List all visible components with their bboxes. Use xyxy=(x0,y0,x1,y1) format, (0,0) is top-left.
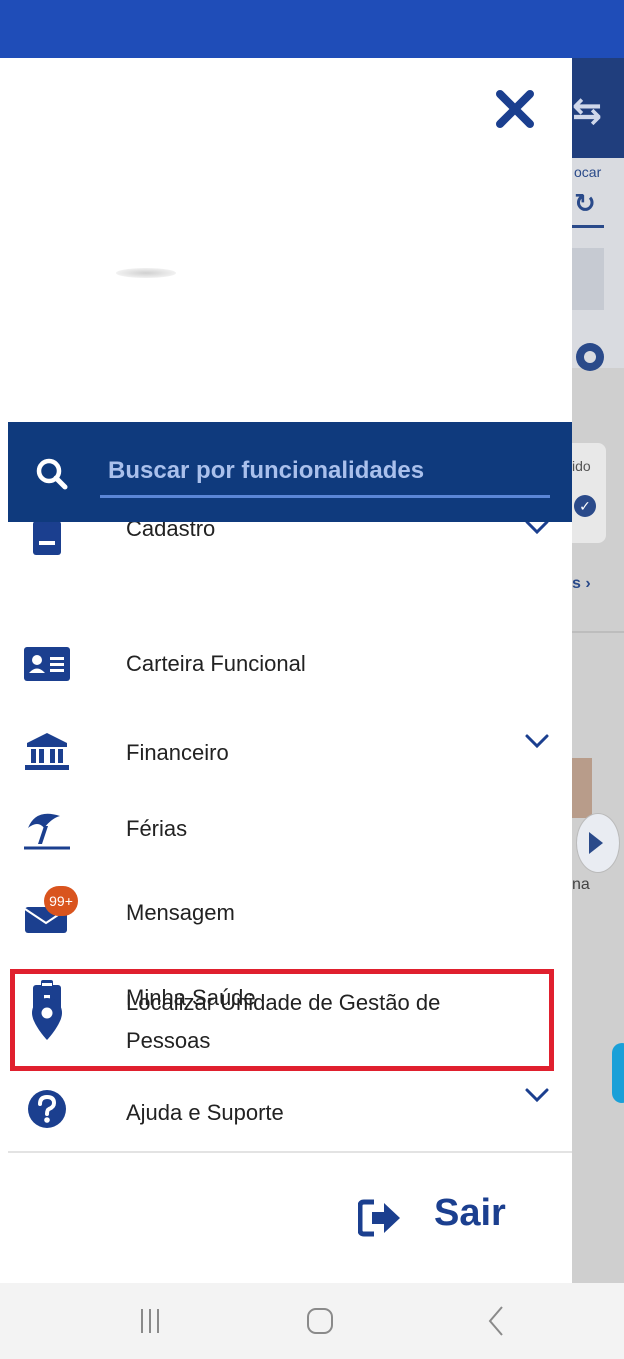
background-photo xyxy=(572,758,592,818)
id-badge-icon xyxy=(22,522,72,562)
carousel-next-icon xyxy=(576,813,620,873)
id-card-icon xyxy=(22,639,72,689)
menu-item-label: Financeiro xyxy=(126,740,229,765)
logout-divider xyxy=(8,1151,572,1153)
unread-badge: 99+ xyxy=(44,886,78,916)
eye-icon xyxy=(576,343,604,371)
menu-item-label: Carteira Funcional xyxy=(126,651,306,676)
close-button[interactable] xyxy=(492,86,538,132)
background-underline xyxy=(572,225,604,228)
background-app: ⇆ ocar ↻ ido ✓ s › na xyxy=(572,58,624,1283)
swap-icon: ⇆ xyxy=(572,90,603,131)
menu-item-label: Férias xyxy=(126,816,188,841)
chevron-down-icon xyxy=(525,1088,549,1103)
bank-icon xyxy=(22,726,72,776)
menu-item-label: Ajuda e Suporte xyxy=(126,1100,284,1125)
chevron-down-icon xyxy=(525,522,549,535)
close-icon xyxy=(496,90,534,128)
home-icon[interactable] xyxy=(300,1301,340,1341)
background-divider xyxy=(572,631,624,633)
help-circle-icon xyxy=(22,1084,72,1134)
back-icon[interactable] xyxy=(476,1301,516,1341)
background-ido-label: ido xyxy=(572,458,591,474)
check-icon: ✓ xyxy=(574,495,596,517)
background-more-label: s xyxy=(572,575,581,592)
navigation-drawer: Cadastro Carteira Funcional xyxy=(8,58,572,1283)
refresh-icon: ↻ xyxy=(574,188,596,218)
menu-item-ferias[interactable]: Férias xyxy=(8,792,572,876)
highlight-box xyxy=(10,969,554,1071)
background-na-label: na xyxy=(572,876,590,893)
search-input[interactable] xyxy=(100,446,550,498)
beach-umbrella-icon xyxy=(22,804,72,854)
logout-button[interactable]: Sair xyxy=(358,1188,558,1248)
sign-out-icon xyxy=(358,1199,400,1237)
menu-item-carteira-funcional[interactable]: Carteira Funcional xyxy=(8,622,572,706)
background-teal-button xyxy=(612,1043,624,1103)
drawer-header xyxy=(8,58,572,422)
menu-item-cadastro[interactable]: Cadastro xyxy=(8,522,572,586)
search-icon xyxy=(36,458,68,490)
background-grey-block xyxy=(572,248,604,310)
menu-item-label: Cadastro xyxy=(126,522,216,541)
system-nav-bar xyxy=(0,1283,624,1359)
menu-item-ajuda-suporte[interactable]: Ajuda e Suporte xyxy=(8,1076,572,1148)
menu-item-financeiro[interactable]: Financeiro xyxy=(8,712,572,796)
chevron-down-icon xyxy=(525,734,549,749)
menu-item-mensagem[interactable]: 99+ Mensagem xyxy=(8,874,572,958)
recent-apps-icon[interactable] xyxy=(130,1301,170,1341)
status-bar xyxy=(0,0,624,58)
avatar xyxy=(116,268,176,278)
menu-item-label: Mensagem xyxy=(126,900,235,925)
search-bar xyxy=(8,422,572,522)
background-more-link: s › xyxy=(572,575,591,592)
background-trocar-label: ocar xyxy=(574,164,602,180)
logout-label: Sair xyxy=(434,1192,506,1234)
background-header: ⇆ xyxy=(572,58,624,158)
